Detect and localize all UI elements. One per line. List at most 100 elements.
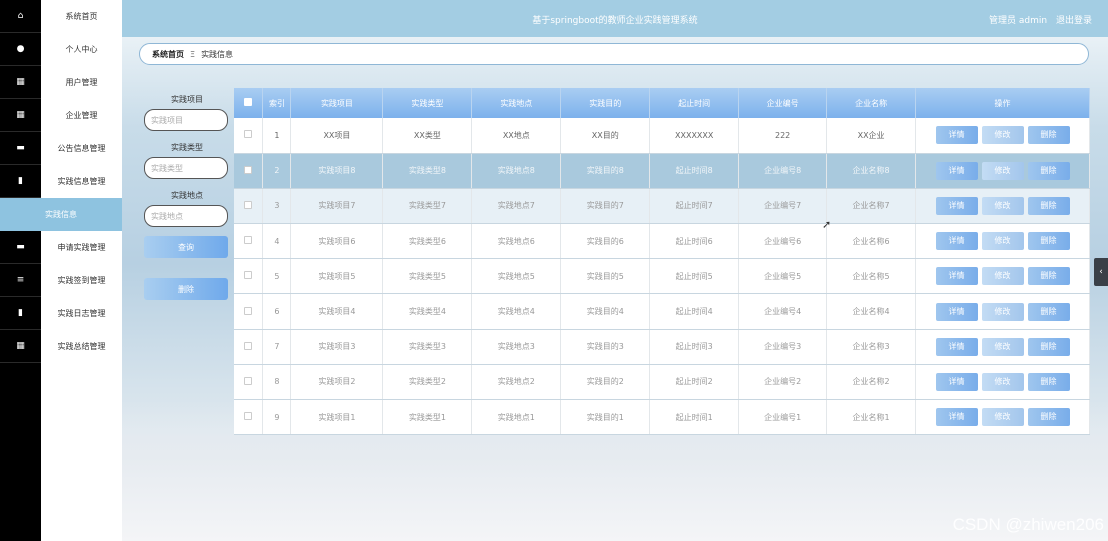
delete-button[interactable]: 删除 — [1027, 408, 1070, 427]
table-row[interactable]: 8 实践项目2 实践类型2 实践地点2 实践目的2 起止时间2 企业编号2 企业名称2 详情 修改… — [234, 364, 1090, 401]
table-cell: 实践类型5 — [382, 258, 473, 295]
table-cell: 9 — [262, 399, 292, 436]
detail-button[interactable]: 详情 — [935, 372, 978, 391]
table-cell: 实践项目2 — [290, 364, 384, 401]
table-cell: 实践类型3 — [382, 329, 473, 365]
edit-button[interactable]: 修改 — [981, 408, 1024, 427]
column-header: 起止时间 — [649, 88, 740, 118]
delete-button[interactable]: 删除 — [1027, 337, 1070, 356]
bar-chart-icon[interactable]: ▮ — [0, 297, 41, 330]
home-icon[interactable]: ⌂ — [0, 0, 41, 33]
row-checkbox[interactable] — [234, 399, 264, 436]
table-cell: 实践项目7 — [290, 188, 384, 225]
row-checkbox[interactable] — [234, 258, 264, 295]
row-checkbox[interactable] — [234, 153, 264, 189]
row-checkbox[interactable] — [234, 223, 264, 260]
table-cell: 企业名称8 — [826, 153, 917, 189]
edit-button[interactable]: 修改 — [981, 161, 1024, 180]
select-all-checkbox[interactable] — [234, 88, 264, 118]
row-checkbox[interactable] — [234, 329, 264, 365]
table-cell: XX项目 — [290, 118, 384, 154]
delete-button[interactable]: 删除 — [1027, 302, 1070, 321]
delete-button[interactable]: 删除 — [1027, 267, 1070, 286]
menu-item[interactable]: 实践信息 — [0, 198, 122, 231]
table-cell: 1 — [262, 118, 292, 154]
menu-item[interactable]: 系统首页 — [41, 0, 122, 33]
menu-item[interactable]: 申请实践管理 — [41, 231, 122, 264]
search-input-location[interactable]: 实践地点 — [144, 205, 228, 227]
query-button[interactable]: 查询 — [144, 236, 228, 258]
delete-button[interactable]: 删除 — [1027, 196, 1070, 215]
detail-button[interactable]: 详情 — [935, 161, 978, 180]
grid-icon[interactable]: ▦ — [0, 330, 41, 363]
table-row[interactable]: 1 XX项目 XX类型 XX地点 XX目的 XXXXXXX 222 XX企业 详情 修改 删除 — [234, 118, 1090, 154]
row-checkbox[interactable] — [234, 364, 264, 401]
edit-button[interactable]: 修改 — [981, 126, 1024, 145]
menu-item[interactable]: 用户管理 — [41, 66, 122, 99]
table-cell: 实践类型8 — [382, 153, 473, 189]
breadcrumb-current: 实践信息 — [201, 49, 234, 59]
detail-button[interactable]: 详情 — [935, 196, 978, 215]
edit-button[interactable]: 修改 — [981, 302, 1024, 321]
detail-button[interactable]: 详情 — [935, 126, 978, 145]
table-cell: 企业名称7 — [826, 188, 917, 225]
table-row[interactable]: 5 实践项目5 实践类型5 实践地点5 实践目的5 起止时间5 企业编号5 企业名称5 详情 修改… — [234, 258, 1090, 295]
search-input-type[interactable]: 实践类型 — [144, 157, 228, 179]
column-header: 实践项目 — [290, 88, 384, 118]
menu-item[interactable]: 实践日志管理 — [41, 297, 122, 330]
detail-button[interactable]: 详情 — [935, 337, 978, 356]
detail-button[interactable]: 详情 — [935, 408, 978, 427]
search-input-project[interactable]: 实践项目 — [144, 109, 228, 131]
menu-item[interactable]: 实践签到管理 — [41, 264, 122, 297]
breadcrumb-separator-icon: Ξ — [190, 49, 196, 59]
table-cell: XX类型 — [382, 118, 473, 154]
table-cell: 企业编号7 — [738, 188, 828, 225]
menu-item[interactable]: 实践信息管理 — [41, 165, 122, 198]
table-cell: 起止时间7 — [649, 188, 740, 225]
mouse-cursor-icon: ➚ — [822, 218, 832, 231]
menu-item[interactable]: 个人中心 — [41, 33, 122, 66]
table-cell: 实践地点7 — [471, 188, 562, 225]
monitor-icon[interactable]: ▬ — [0, 132, 41, 165]
breadcrumb-home[interactable]: 系统首页 — [152, 49, 184, 60]
detail-button[interactable]: 详情 — [935, 302, 978, 321]
table-row[interactable]: 3 实践项目7 实践类型7 实践地点7 实践目的7 起止时间7 企业编号7 企业名称7 详情 修改… — [234, 188, 1090, 225]
delete-button[interactable]: 删除 — [1027, 161, 1070, 180]
clipboard-icon[interactable]: ▮ — [0, 165, 41, 198]
detail-button[interactable]: 详情 — [935, 267, 978, 286]
menu-item[interactable]: 实践总结管理 — [41, 330, 122, 363]
delete-button[interactable]: 删除 — [1027, 372, 1070, 391]
table-row[interactable]: 6 实践项目4 实践类型4 实践地点4 实践目的4 起止时间4 企业编号4 企业名称4 详情 修改… — [234, 293, 1090, 330]
table-row[interactable]: 4 实践项目6 实践类型6 实践地点6 实践目的6 起止时间6 企业编号6 企业名称6 详情 修改… — [234, 223, 1090, 260]
edit-button[interactable]: 修改 — [981, 337, 1024, 356]
menu-item[interactable]: 企业管理 — [41, 99, 122, 132]
grid-icon[interactable]: ▦ — [0, 66, 41, 99]
detail-button[interactable]: 详情 — [935, 232, 978, 251]
batch-delete-button[interactable]: 删除 — [144, 278, 228, 300]
row-checkbox[interactable] — [234, 188, 264, 225]
menu-item[interactable]: 公告信息管理 — [41, 132, 122, 165]
edit-button[interactable]: 修改 — [981, 372, 1024, 391]
table-cell: 实践目的7 — [560, 188, 651, 225]
delete-button[interactable]: 删除 — [1027, 126, 1070, 145]
grid-icon[interactable]: ▦ — [0, 99, 41, 132]
watermark: CSDN @zhiwen206 — [952, 515, 1104, 534]
column-header: 实践目的 — [560, 88, 651, 118]
table-cell: 实践目的1 — [560, 399, 651, 436]
table-row[interactable]: 7 实践项目3 实践类型3 实践地点3 实践目的3 起止时间3 企业编号3 企业名称3 详情 修改… — [234, 329, 1090, 365]
row-checkbox[interactable] — [234, 118, 264, 154]
edit-button[interactable]: 修改 — [981, 232, 1024, 251]
row-checkbox[interactable] — [234, 293, 264, 330]
delete-button[interactable]: 删除 — [1027, 232, 1070, 251]
list-icon[interactable]: ≡ — [0, 264, 41, 297]
table-row[interactable]: 9 实践项目1 实践类型1 实践地点1 实践目的1 起止时间1 企业编号1 企业名称1 详情 修改… — [234, 399, 1090, 436]
logout-link[interactable]: 退出登录 — [1056, 16, 1092, 26]
ticket-icon[interactable]: ▬ — [0, 231, 41, 264]
side-collapse-handle-icon[interactable]: ‹ — [1094, 258, 1108, 286]
table-cell: 7 — [262, 329, 292, 365]
edit-button[interactable]: 修改 — [981, 267, 1024, 286]
edit-button[interactable]: 修改 — [981, 196, 1024, 215]
row-actions: 详情 修改 删除 — [915, 258, 1090, 295]
table-row[interactable]: 2 实践项目8 实践类型8 实践地点8 实践目的8 起止时间8 企业编号8 企业名称8 详情 修改… — [234, 153, 1090, 189]
user-icon[interactable]: ● — [0, 33, 41, 66]
